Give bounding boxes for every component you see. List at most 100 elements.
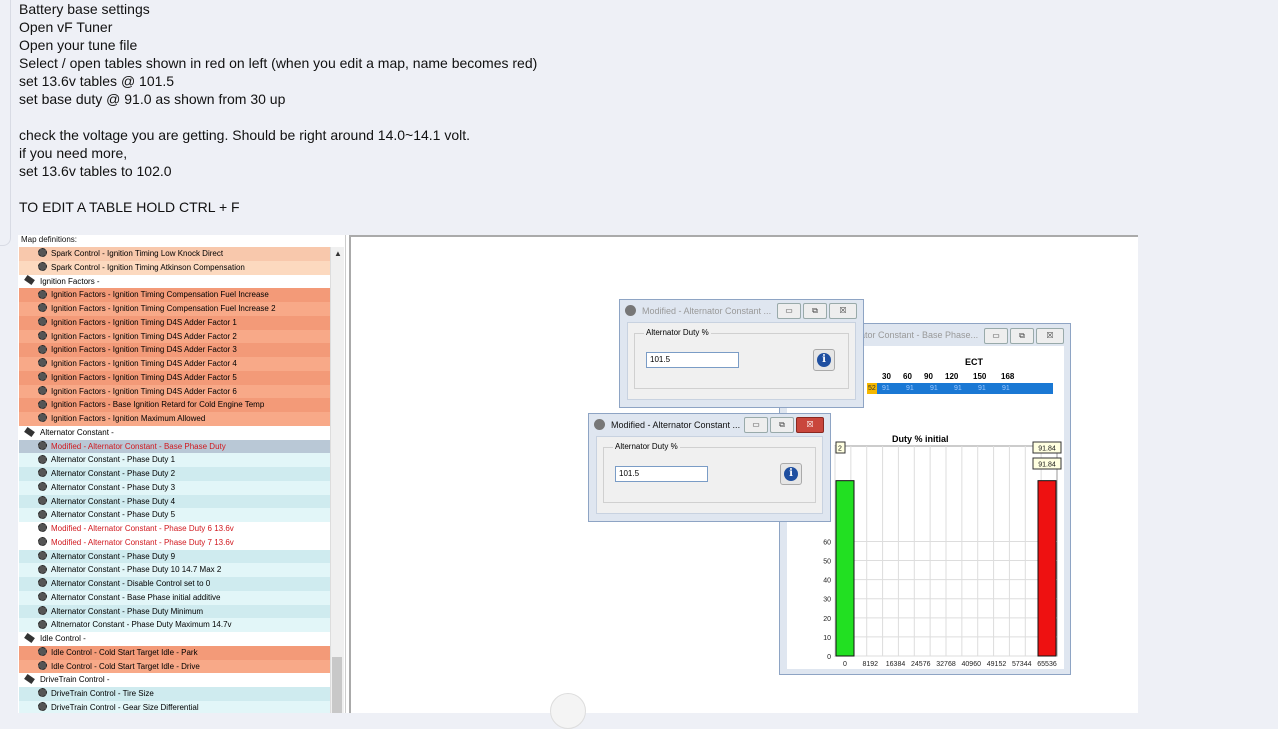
map-item[interactable]: Ignition Factors - Ignition Timing Compe… [19, 288, 330, 302]
post-line [19, 108, 537, 126]
map-category[interactable]: Idle Control - [19, 632, 330, 646]
map-item[interactable]: Ignition Factors - Ignition Timing D4S A… [19, 329, 330, 344]
table-cell[interactable]: 91 [1002, 383, 1010, 394]
map-item-label: Idle Control - Cold Start Target Idle - … [51, 661, 200, 671]
map-list: Spark Control - Ignition Timing Low Knoc… [19, 247, 330, 713]
close-button[interactable]: ☒ [1036, 328, 1064, 344]
map-item[interactable]: Ignition Factors - Ignition Maximum Allo… [19, 412, 330, 426]
alternator-dialog-front[interactable]: Modified - Alternator Constant ... ▭ ⧉ ☒… [588, 413, 831, 522]
map-item-label: Ignition Factors - Base Ignition Retard … [51, 400, 265, 410]
gear-icon [38, 495, 47, 505]
map-item[interactable]: Ignition Factors - Ignition Timing D4S A… [19, 343, 330, 357]
y-tick-label: 40 [823, 578, 831, 585]
post-line: Open your tune file [19, 37, 138, 53]
map-category[interactable]: Ignition Factors - [19, 274, 330, 289]
gear-icon [38, 468, 47, 478]
info-icon: i [817, 353, 831, 367]
message-bubble-edge [0, 0, 11, 246]
map-item[interactable]: Alternator Constant - Phase Duty 10 14.7… [19, 563, 330, 577]
map-item[interactable]: Modified - Alternator Constant - Phase D… [19, 522, 330, 536]
table-cell[interactable]: 91 [882, 383, 890, 394]
scroll-thumb[interactable] [332, 657, 342, 713]
map-item[interactable]: Alternator Constant - Phase Duty 5 [19, 508, 330, 522]
table-cell[interactable]: 91 [954, 383, 962, 394]
scroll-up-icon[interactable]: ▲ [334, 249, 342, 258]
gear-icon [38, 619, 47, 629]
post-line: set 13.6v tables to 102.0 [19, 163, 172, 179]
map-item[interactable]: Alternator Constant - Phase Duty 4 [19, 494, 330, 509]
info-button[interactable]: i [780, 463, 802, 485]
map-item-label: DriveTrain Control - Gear Size Different… [51, 702, 199, 712]
maximize-button[interactable]: ⧉ [1010, 328, 1034, 344]
map-item-label: Alternator Constant - Phase Duty Minimum [51, 606, 204, 616]
gear-icon [38, 702, 47, 712]
map-item[interactable]: Ignition Factors - Ignition Timing D4S A… [19, 315, 330, 330]
map-item[interactable]: DriveTrain Control - Gear Size Different… [19, 700, 330, 713]
ect-column-header: 120 [945, 372, 959, 381]
map-item[interactable]: Alternator Constant - Phase Duty 9 [19, 549, 330, 564]
screenshot-image: Map definitions: Spark Control - Ignitio… [18, 235, 1138, 713]
map-item-label: Ignition Factors - Ignition Maximum Allo… [51, 414, 206, 423]
maximize-button[interactable]: ⧉ [803, 303, 827, 319]
duty-value-input[interactable]: 101.5 [646, 352, 739, 368]
map-list-scrollbar[interactable]: ▲ [330, 247, 344, 713]
minimize-button[interactable]: ▭ [777, 303, 801, 319]
alternator-dialog-back[interactable]: Modified - Alternator Constant ... ▭ ⧉ ☒… [619, 299, 864, 408]
map-item[interactable]: Alternator Constant - Base Phase initial… [19, 590, 330, 605]
minimize-button[interactable]: ▭ [984, 328, 1008, 344]
y-tick-label: 10 [823, 635, 831, 642]
scroll-to-top-button[interactable] [550, 693, 586, 729]
map-item[interactable]: Idle Control - Cold Start Target Idle - … [19, 659, 330, 674]
window-title: ator Constant - Base Phase... [860, 330, 979, 340]
table-cell[interactable]: 52 [867, 383, 877, 394]
map-item[interactable]: DriveTrain Control - Tire Size [19, 687, 330, 701]
post-line: Battery base settings [19, 1, 150, 17]
map-item[interactable]: Altnernator Constant - Phase Duty Maximu… [19, 618, 330, 632]
y-tick-label: 60 [823, 539, 831, 546]
wrench-icon [24, 426, 35, 437]
window-controls: ▭ ⧉ ☒ [982, 328, 1064, 344]
x-tick-label: 57344 [1012, 661, 1032, 668]
map-item[interactable]: Spark Control - Ignition Timing Low Knoc… [19, 247, 330, 261]
duty-value-input[interactable]: 101.5 [615, 466, 708, 482]
map-item[interactable]: Modified - Alternator Constant - Phase D… [19, 535, 330, 550]
minimize-button[interactable]: ▭ [744, 417, 768, 433]
table-selected-row[interactable]: 52 91 91 91 91 91 91 [867, 383, 1053, 394]
map-item[interactable]: Ignition Factors - Ignition Timing D4S A… [19, 370, 330, 385]
gear-icon [38, 482, 47, 492]
map-item[interactable]: Alternator Constant - Phase Duty 3 [19, 480, 330, 495]
y-tick-label: 20 [823, 616, 831, 623]
map-item[interactable]: Modified - Alternator Constant - Base Ph… [19, 439, 330, 454]
map-category[interactable]: Alternator Constant - [19, 425, 330, 440]
map-item[interactable]: Ignition Factors - Ignition Timing D4S A… [19, 384, 330, 399]
close-button[interactable]: ☒ [829, 303, 857, 319]
map-item[interactable]: Ignition Factors - Ignition Timing Compe… [19, 302, 330, 316]
map-item[interactable]: Spark Control - Ignition Timing Atkinson… [19, 260, 330, 275]
gear-icon [38, 440, 47, 450]
ect-column-header: 60 [903, 372, 912, 381]
map-item[interactable]: Alternator Constant - Phase Duty 2 [19, 467, 330, 481]
close-button[interactable]: ☒ [796, 417, 824, 433]
map-item-label: Ignition Factors - Ignition Timing D4S A… [51, 372, 237, 382]
post-line: if you need more, [19, 145, 128, 161]
map-item-label: Alternator Constant - Phase Duty 10 14.7… [51, 565, 222, 575]
map-item[interactable]: Ignition Factors - Ignition Timing D4S A… [19, 357, 330, 371]
map-item-label: Ignition Factors - Ignition Timing D4S A… [51, 386, 237, 396]
map-item-label: Modified - Alternator Constant - Phase D… [51, 537, 234, 547]
map-item[interactable]: Idle Control - Cold Start Target Idle - … [19, 645, 330, 660]
info-button[interactable]: i [813, 349, 835, 371]
map-item-label: Spark Control - Ignition Timing Low Knoc… [51, 249, 224, 258]
table-cell[interactable]: 91 [978, 383, 986, 394]
gear-icon [38, 509, 47, 519]
map-item[interactable]: Alternator Constant - Phase Duty 1 [19, 453, 330, 467]
map-item[interactable]: Alternator Constant - Phase Duty Minimum [19, 604, 330, 619]
map-item[interactable]: Alternator Constant - Disable Control se… [19, 577, 330, 591]
table-cell[interactable]: 91 [906, 383, 914, 394]
x-tick-label: 16384 [886, 661, 906, 668]
table-cell[interactable]: 91 [930, 383, 938, 394]
map-item[interactable]: Ignition Factors - Base Ignition Retard … [19, 398, 330, 412]
map-item-label: Idle Control - Cold Start Target Idle - … [51, 647, 198, 657]
map-category[interactable]: DriveTrain Control - [19, 673, 330, 687]
group-label: Alternator Duty % [613, 442, 680, 451]
maximize-button[interactable]: ⧉ [770, 417, 794, 433]
